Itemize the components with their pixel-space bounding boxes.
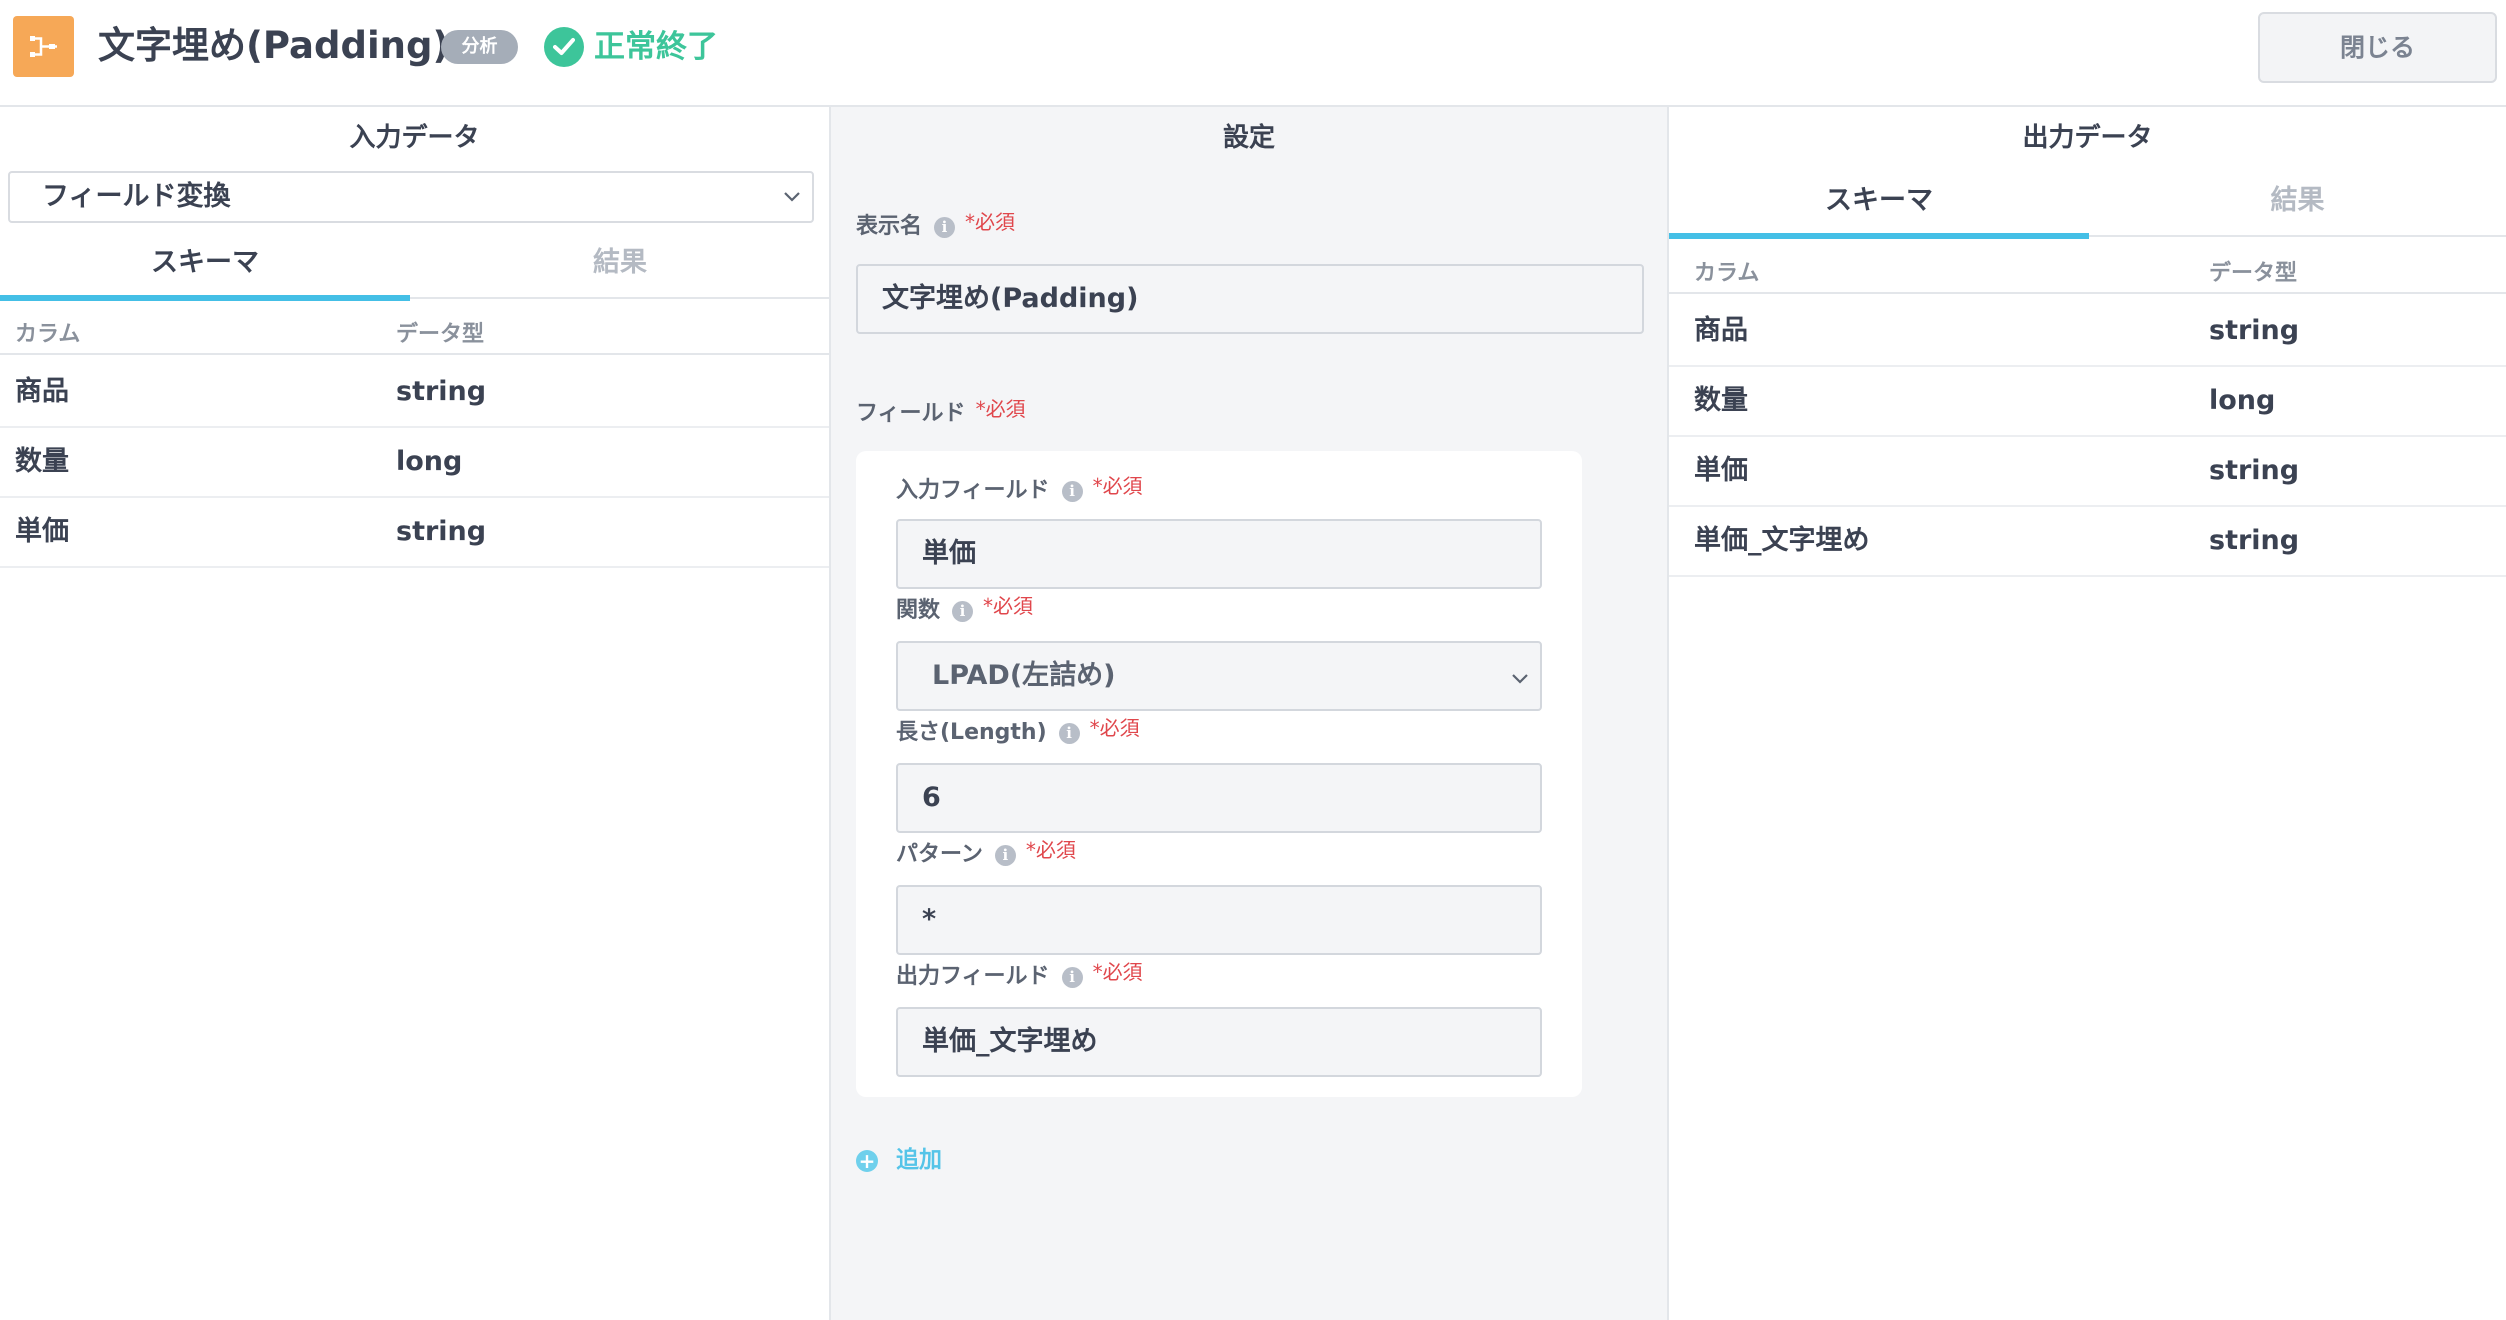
type-header: データ型: [2209, 261, 2298, 286]
column-type: long: [2209, 385, 2276, 416]
column-header: カラム: [15, 322, 81, 347]
output-panel-title: 出力データ: [2022, 123, 2153, 153]
output-data-panel: 出力データ スキーマ 結果 カラム データ型 商品 string 数量 long…: [1669, 107, 2506, 1320]
info-icon[interactable]: i: [1061, 967, 1083, 988]
add-label: 追加: [896, 1147, 942, 1173]
table-row: 数量 long: [1669, 367, 2506, 437]
column-name: 数量: [15, 446, 69, 477]
pattern-input[interactable]: *: [896, 885, 1542, 955]
plus-circle-icon: +: [856, 1150, 878, 1172]
tab-results[interactable]: 結果: [2089, 173, 2506, 237]
display-name-label: 表示名 i *必須: [856, 210, 1016, 239]
info-icon[interactable]: i: [1058, 723, 1080, 744]
chevron-down-icon: [784, 192, 800, 202]
check-circle-icon: [544, 27, 584, 67]
table-row: 単価 string: [1669, 437, 2506, 507]
info-icon[interactable]: i: [934, 217, 956, 238]
function-label: 関数 i *必須: [896, 594, 1034, 623]
input-panel-title: 入力データ: [349, 123, 480, 153]
status-text: 正常終了: [594, 29, 718, 65]
transform-node-icon: [13, 16, 74, 77]
input-field-select[interactable]: 単価: [896, 519, 1542, 589]
output-tabs: スキーマ 結果: [1669, 173, 2506, 239]
info-icon[interactable]: i: [1061, 481, 1083, 502]
field-config-card: 入力フィールド i *必須 単価 関数 i *必須 LPAD(左詰め) 長さ(Lengt…: [856, 451, 1582, 1097]
column-type: string: [396, 376, 487, 407]
required-mark: *必須: [1092, 474, 1143, 498]
column-name: 単価: [1694, 455, 1748, 486]
tab-schema[interactable]: スキーマ: [0, 235, 410, 301]
fields-label: フィールド *必須: [856, 397, 1026, 426]
input-source-select[interactable]: フィールド変換: [8, 171, 814, 223]
table-row: 商品 string: [0, 358, 829, 428]
input-tabs: スキーマ 結果: [0, 235, 830, 301]
length-label: 長さ(Length) i *必須: [896, 716, 1140, 745]
settings-panel-title: 設定: [1222, 123, 1275, 153]
column-name: 商品: [1694, 315, 1748, 346]
schema-header: カラム データ型: [1669, 254, 2506, 294]
function-value: LPAD(左詰め): [932, 660, 1116, 691]
required-mark: *必須: [1092, 960, 1143, 984]
tab-results[interactable]: 結果: [410, 235, 830, 299]
column-name: 単価_文字埋め: [1694, 525, 1870, 556]
info-icon[interactable]: i: [994, 845, 1016, 866]
table-row: 数量 long: [0, 428, 829, 498]
close-button[interactable]: 閉じる: [2258, 12, 2497, 83]
tab-schema[interactable]: スキーマ: [1669, 173, 2089, 239]
pattern-label: パターン i *必須: [896, 838, 1076, 867]
length-input[interactable]: 6: [896, 763, 1542, 833]
column-name: 数量: [1694, 385, 1748, 416]
output-field-label: 出力フィールド i *必須: [896, 960, 1143, 989]
type-header: データ型: [396, 322, 485, 347]
input-source-value: フィールド変換: [42, 181, 231, 212]
required-mark: *必須: [1089, 716, 1140, 740]
category-badge: 分析: [441, 30, 518, 64]
required-mark: *必須: [983, 594, 1034, 618]
required-mark: *必須: [975, 397, 1026, 421]
info-icon[interactable]: i: [952, 601, 974, 622]
output-field-input[interactable]: 単価_文字埋め: [896, 1007, 1542, 1077]
column-type: string: [396, 516, 487, 547]
column-name: 単価: [15, 516, 69, 547]
chevron-down-icon: [1512, 674, 1528, 684]
input-data-panel: 入力データ フィールド変換 スキーマ 結果 カラム データ型 商品 string…: [0, 107, 831, 1320]
schema-header: カラム データ型: [0, 315, 829, 355]
column-name: 商品: [15, 376, 69, 407]
required-mark: *必須: [965, 210, 1016, 234]
required-mark: *必須: [1025, 838, 1076, 862]
table-row: 単価_文字埋め string: [1669, 507, 2506, 577]
header-bar: 文字埋め(Padding) 分析 正常終了 閉じる: [0, 0, 2506, 107]
table-row: 商品 string: [1669, 297, 2506, 367]
column-type: string: [2209, 315, 2300, 346]
display-name-input[interactable]: 文字埋め(Padding): [856, 264, 1644, 334]
page-title: 文字埋め(Padding): [98, 24, 450, 67]
column-type: long: [396, 446, 463, 477]
column-type: string: [2209, 525, 2300, 556]
column-type: string: [2209, 455, 2300, 486]
column-header: カラム: [1694, 261, 1760, 286]
table-row: 単価 string: [0, 498, 829, 568]
settings-panel: 設定 表示名 i *必須 文字埋め(Padding) フィールド *必須 入力フィール…: [831, 107, 1669, 1320]
input-field-label: 入力フィールド i *必須: [896, 474, 1143, 503]
function-select[interactable]: LPAD(左詰め): [896, 641, 1542, 711]
